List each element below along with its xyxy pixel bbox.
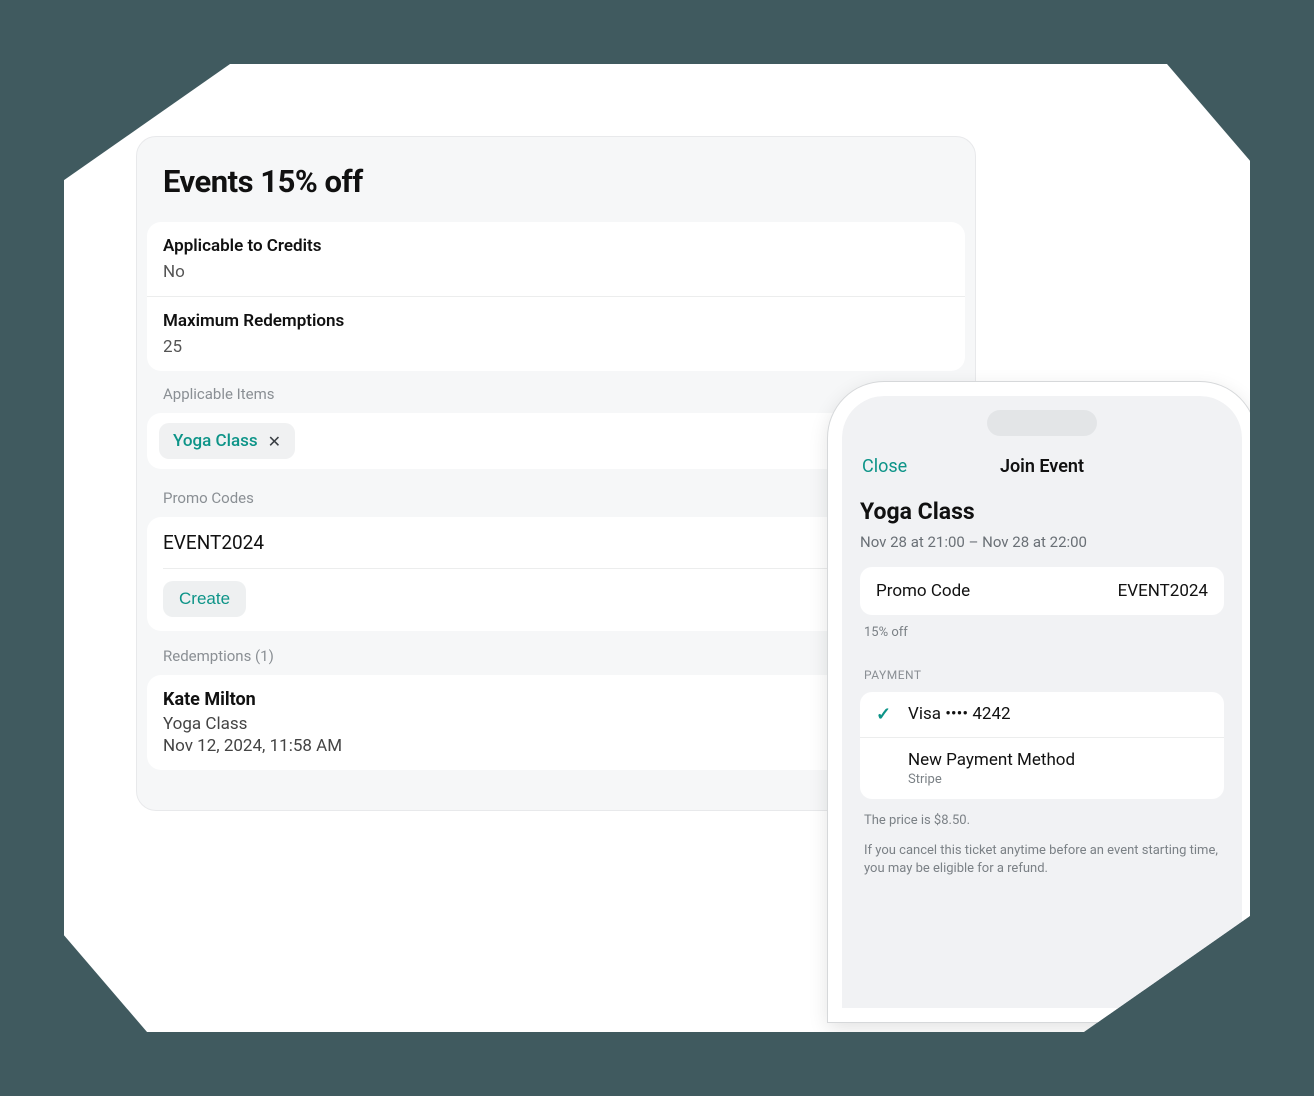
nav-bar: Close Join Event — [842, 438, 1242, 494]
payment-title: New Payment Method — [908, 750, 1075, 770]
event-title: Yoga Class — [860, 498, 1224, 525]
chip-label: Yoga Class — [173, 431, 258, 451]
refund-note: If you cancel this ticket anytime before… — [864, 842, 1220, 878]
payment-subtitle: Stripe — [908, 772, 1075, 787]
payment-title: Visa •••• 4242 — [908, 704, 1011, 724]
applicable-items-header: Applicable Items — [163, 385, 949, 403]
nav-title: Join Event — [1000, 456, 1084, 477]
credits-label: Applicable to Credits — [163, 236, 949, 256]
summary-card: Applicable to Credits No Maximum Redempt… — [147, 222, 965, 371]
promo-value: EVENT2024 — [1118, 581, 1208, 601]
max-redemptions-row: Maximum Redemptions 25 — [147, 296, 965, 371]
promo-discount-note: 15% off — [864, 625, 1220, 640]
create-button[interactable]: Create — [163, 581, 246, 617]
payment-option-visa[interactable]: ✓ Visa •••• 4242 — [860, 692, 1224, 737]
check-icon: ✓ — [876, 704, 896, 725]
max-redemptions-value: 25 — [163, 337, 949, 357]
payment-option-new[interactable]: New Payment Method Stripe — [860, 737, 1224, 799]
applicable-item-chip[interactable]: Yoga Class ✕ — [159, 423, 295, 459]
page-title: Events 15% off — [137, 163, 975, 222]
promo-code-row[interactable]: Promo Code EVENT2024 — [860, 567, 1224, 615]
close-button[interactable]: Close — [862, 456, 907, 477]
max-redemptions-label: Maximum Redemptions — [163, 311, 949, 331]
close-icon[interactable]: ✕ — [268, 432, 281, 451]
payment-header: PAYMENT — [864, 668, 1220, 682]
payment-list: ✓ Visa •••• 4242 New Payment Method Stri… — [860, 692, 1224, 799]
credits-row: Applicable to Credits No — [147, 222, 965, 296]
price-note: The price is $8.50. — [864, 813, 1220, 828]
credits-value: No — [163, 262, 949, 282]
phone-frame: Close Join Event Yoga Class Nov 28 at 21… — [828, 382, 1256, 1022]
dynamic-island — [987, 410, 1097, 436]
promo-label: Promo Code — [876, 581, 970, 601]
event-time: Nov 28 at 21:00 – Nov 28 at 22:00 — [860, 533, 1224, 551]
